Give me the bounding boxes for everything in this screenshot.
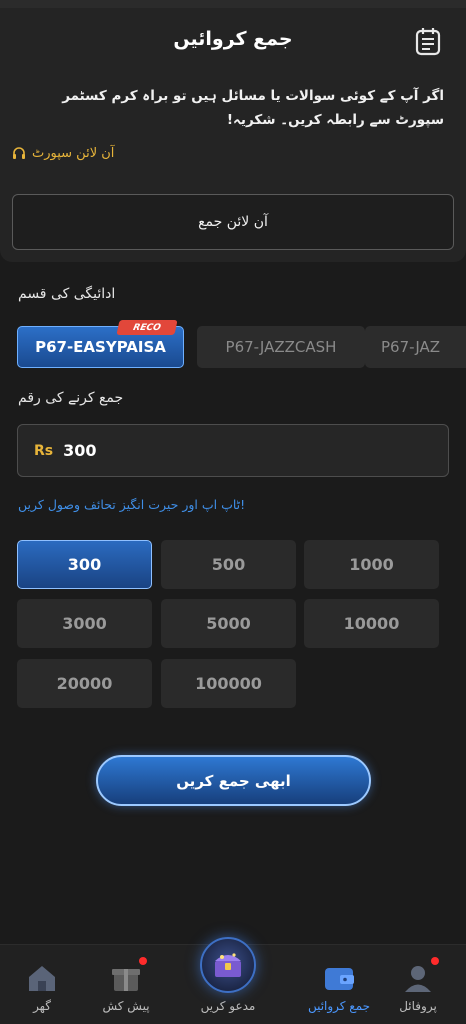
amount-input[interactable]: Rs 300 <box>17 424 449 477</box>
payment-method-list: P67-EASYPAISA P67-JAZZCASH P67-JAZ <box>17 326 466 370</box>
status-strip <box>0 0 466 8</box>
currency-symbol: Rs <box>34 442 54 459</box>
tab-label: مدعو کریں <box>200 999 256 1013</box>
amount-value: 300 <box>63 441 97 460</box>
profile-icon <box>399 957 439 997</box>
recommended-badge: RECO <box>116 320 178 335</box>
tab-deposit[interactable]: جمع کروائیں <box>299 945 379 1024</box>
tab-label: جمع کروائیں <box>307 999 371 1013</box>
bottom-tab-bar: گھر پیش کش مدعو کریں جمع کروائیں پروفائل <box>0 937 466 1024</box>
support-link-label: آن لائن سپورٹ <box>32 146 115 161</box>
preset-amount-button[interactable]: 100000 <box>161 659 296 708</box>
online-deposit-button[interactable]: آن لائن جمع <box>12 194 454 250</box>
gift-icon <box>107 957 147 997</box>
tab-label: گھر <box>33 999 51 1013</box>
headset-icon <box>13 146 25 159</box>
tab-label: پروفائل <box>399 999 437 1013</box>
preset-amount-button[interactable]: 500 <box>161 540 296 589</box>
deposit-now-button[interactable]: ابھی جمع کریں <box>96 755 371 806</box>
support-info-card: اگر آپ کے کوئی سوالات یا مسائل ہیں تو بر… <box>0 70 466 262</box>
payment-method-jazzcash[interactable]: P67-JAZZCASH <box>197 326 365 368</box>
preset-amount-button[interactable]: 5000 <box>161 599 296 648</box>
payment-type-label: ادائیگی کی قسم <box>18 286 116 302</box>
home-icon <box>23 959 61 997</box>
tab-invite[interactable]: مدعو کریں <box>188 937 268 1024</box>
tab-offers[interactable]: پیش کش <box>86 945 166 1024</box>
preset-amount-button[interactable]: 20000 <box>17 659 152 708</box>
treasure-chest-icon <box>200 937 256 993</box>
notification-dot <box>431 957 439 965</box>
wallet-icon <box>320 959 358 997</box>
preset-amount-button[interactable]: 3000 <box>17 599 152 648</box>
promo-text: !ٹاپ اپ اور حیرت انگیز تحائف وصول کریں <box>18 497 246 512</box>
tab-label: پیش کش <box>102 999 150 1013</box>
support-message: اگر آپ کے کوئی سوالات یا مسائل ہیں تو بر… <box>62 88 444 128</box>
deposit-amount-label: جمع کرنے کی رقم <box>18 390 124 406</box>
preset-amount-button[interactable]: 1000 <box>304 540 439 589</box>
app-header: جمع کروائیں <box>0 8 466 70</box>
tab-home[interactable]: گھر <box>2 945 82 1024</box>
deposit-history-icon[interactable] <box>414 26 442 56</box>
page-title: جمع کروائیں <box>173 28 293 50</box>
payment-method-jaz[interactable]: P67-JAZ <box>365 326 466 368</box>
preset-amount-button[interactable]: 10000 <box>304 599 439 648</box>
preset-amount-button[interactable]: 300 <box>17 540 152 589</box>
notification-dot <box>139 957 147 965</box>
tab-profile[interactable]: پروفائل <box>378 945 458 1024</box>
online-support-link[interactable]: آن لائن سپورٹ <box>12 146 114 161</box>
